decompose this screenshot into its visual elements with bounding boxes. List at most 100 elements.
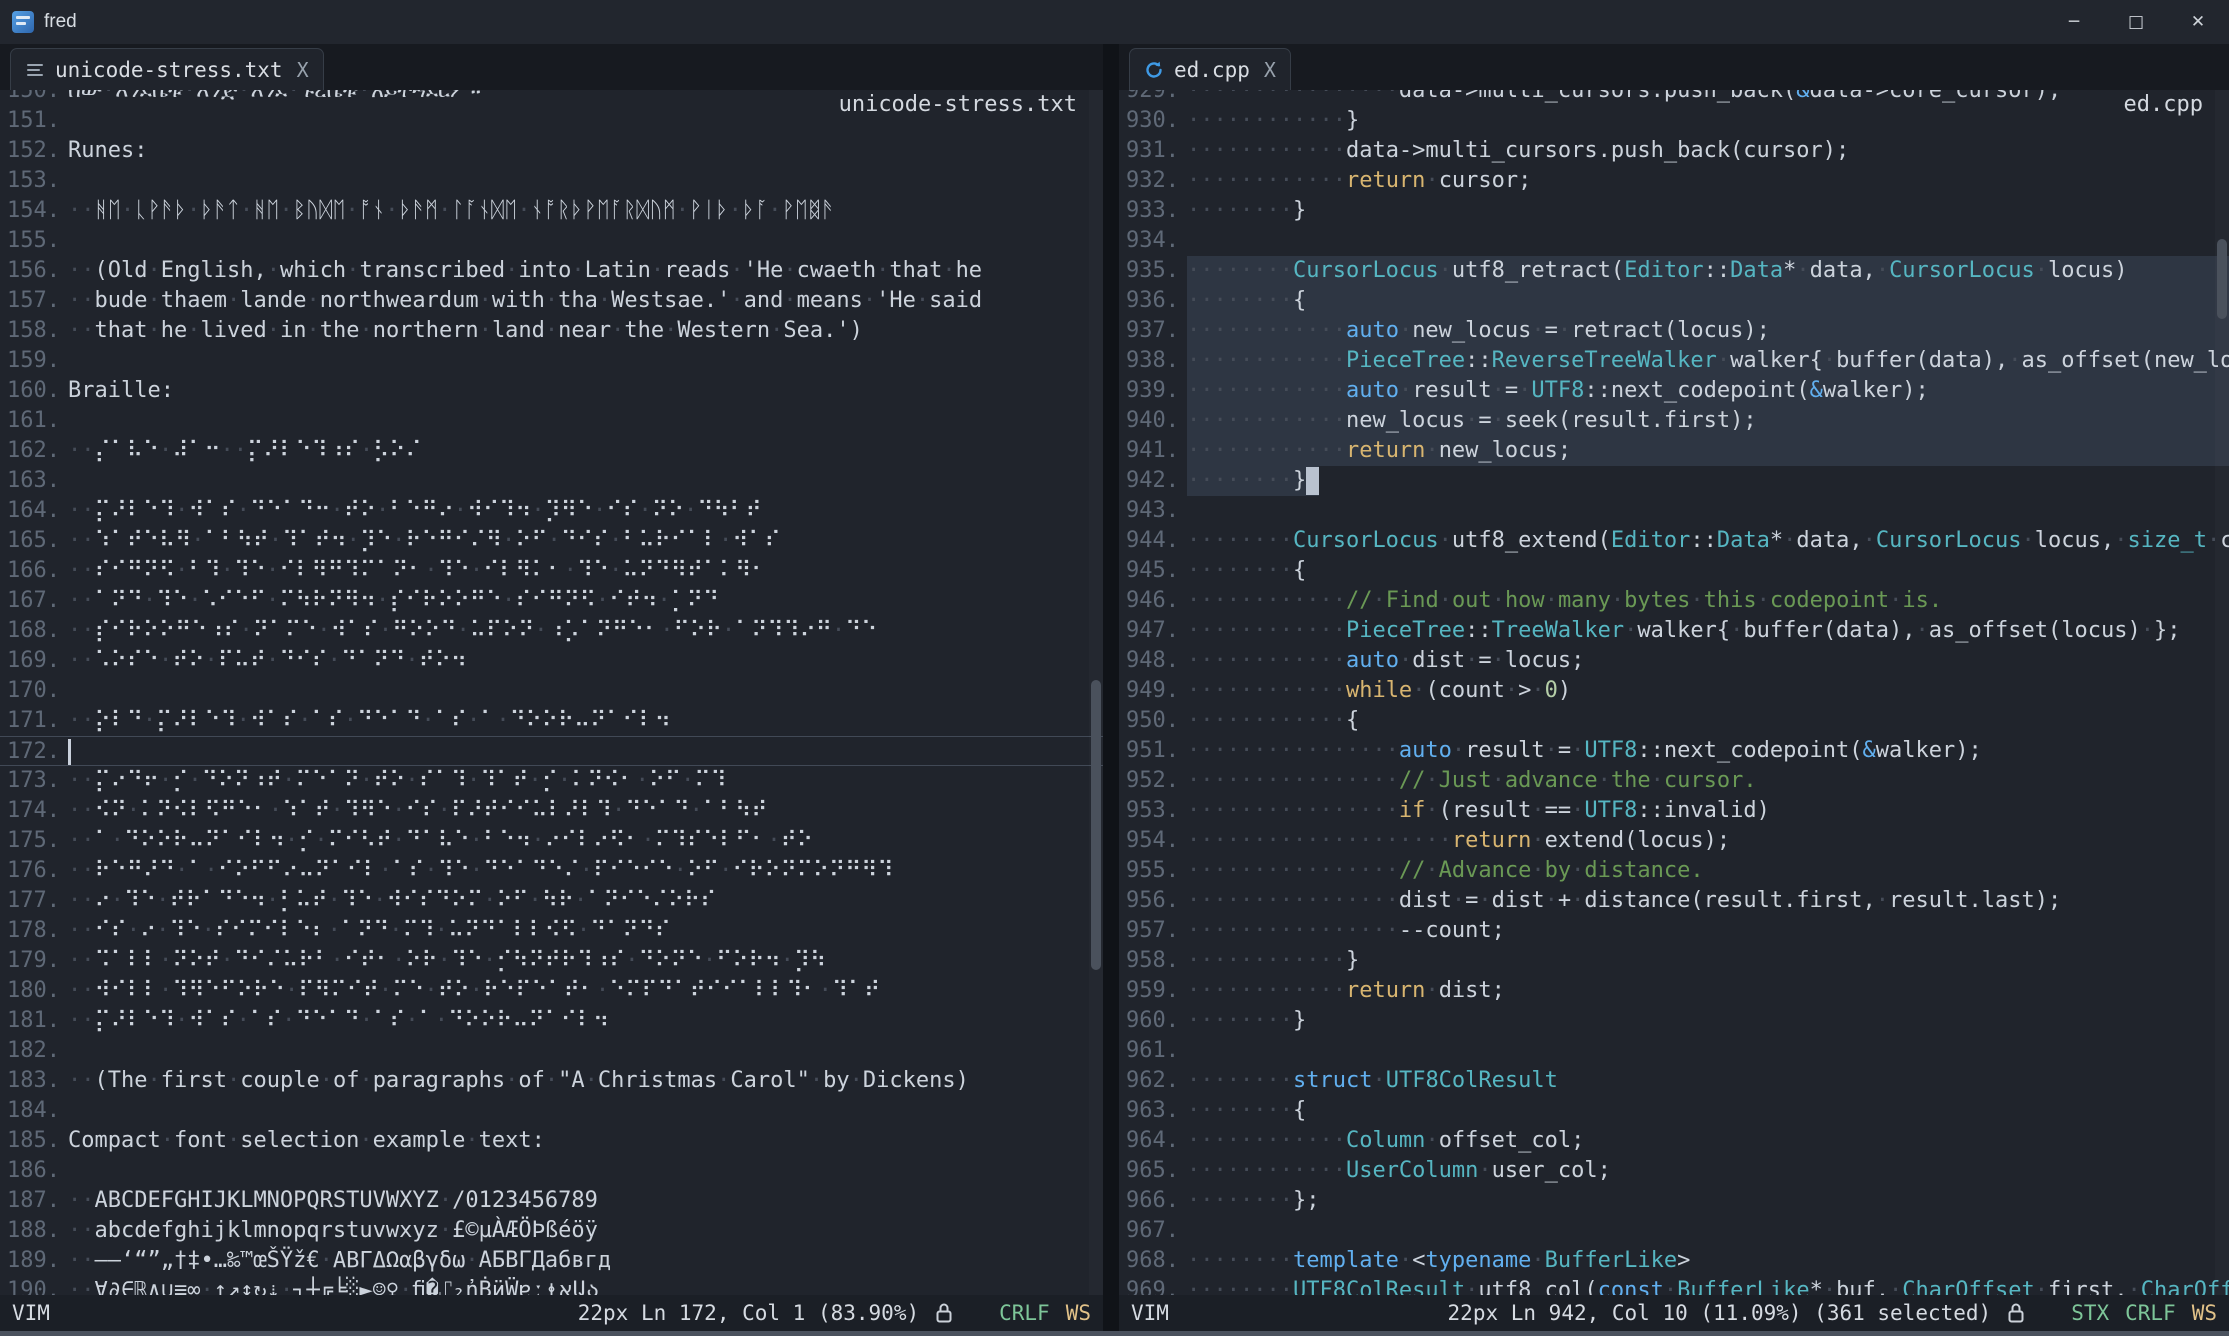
maximize-button[interactable]: □ bbox=[2105, 0, 2167, 44]
code-line[interactable]: 173.··⡍⠔⠙⠖·⡊·⠙⠕⠝⠰⠞·⠍⠑⠁⠝·⠞⠕·⠎⠁⠹·⠹⠁⠞·⡊·⠅⠝⠪… bbox=[0, 766, 1103, 796]
code-line[interactable]: 183.··(The·first·couple·of·paragraphs·of… bbox=[0, 1066, 1103, 1096]
tab-close-icon[interactable]: X bbox=[297, 58, 309, 82]
scrollbar-thumb[interactable] bbox=[2217, 239, 2227, 319]
code-line[interactable]: 177.··⠔·⠹⠑·⠞⠗⠁⠙⠑⠲·⡃⠥⠞·⠹⠑·⠺⠊⠎⠙⠕⠍·⠕⠋·⠳⠗·⠁⠝… bbox=[0, 886, 1103, 916]
code-line[interactable]: 947.············PieceTree::TreeWalker·wa… bbox=[1119, 616, 2229, 646]
code-line[interactable]: 188.··abcdefghijklmnopqrstuvwxyz·£©µÀÆÖÞ… bbox=[0, 1216, 1103, 1246]
code-line[interactable]: 931.············data->multi_cursors.push… bbox=[1119, 136, 2229, 166]
code-line[interactable]: 951.················auto·result·=·UTF8::… bbox=[1119, 736, 2229, 766]
code-line[interactable]: 942.········} bbox=[1119, 466, 2229, 496]
code-line[interactable]: 171.··⡕⠇⠙·⡍⠜⠇⠑⠹·⠺⠁⠎·⠁⠎·⠙⠑⠁⠙·⠁⠎·⠁·⠙⠕⠕⠗⠤⠝⠁… bbox=[0, 706, 1103, 736]
code-line[interactable]: 156.··(Old·English,·which·transcribed·in… bbox=[0, 256, 1103, 286]
code-line[interactable]: 940.············new_locus·=·seek(result.… bbox=[1119, 406, 2229, 436]
code-line[interactable]: 959.············return·dist; bbox=[1119, 976, 2229, 1006]
code-line[interactable]: 179.··⠩⠁⠇⠇·⠝⠕⠞·⠙⠊⠌⠥⠗⠃·⠊⠞⠂·⠕⠗·⠹⠑·⡊⠳⠝⠞⠗⠹⠰⠎… bbox=[0, 946, 1103, 976]
code-line[interactable]: 175.··⠁·⠙⠕⠕⠗⠤⠝⠁⠊⠇⠲·⡊·⠍⠊⠣⠞·⠙⠁⠧⠑·⠃⠑⠲·⠔⠊⠇⠔⠫… bbox=[0, 826, 1103, 856]
code-line[interactable]: 170. bbox=[0, 676, 1103, 706]
code-line[interactable]: 961. bbox=[1119, 1036, 2229, 1066]
code-line[interactable]: 166.··⠎⠊⠛⠝⠫·⠃⠹·⠹⠑·⠊⠇⠻⠛⠹⠍⠁⠝⠂·⠹⠑·⠊⠇⠻⠅⠂·⠹⠑·… bbox=[0, 556, 1103, 586]
code-line[interactable]: 180.··⠺⠊⠇⠇·⠹⠻⠑⠋⠕⠗⠑·⠏⠻⠍⠊⠞·⠍⠑·⠞⠕·⠗⠑⠏⠑⠁⠞⠂·⠑… bbox=[0, 976, 1103, 1006]
code-line[interactable]: 162.··⡌⠁⠧⠑·⠼⠁⠒··⡍⠜⠇⠑⠹⠰⠎·⡣⠕⠌ bbox=[0, 436, 1103, 466]
scrollbar-thumb[interactable] bbox=[1091, 680, 1101, 969]
code-line[interactable]: 152.Runes: bbox=[0, 136, 1103, 166]
code-line[interactable]: 962.········struct·UTF8ColResult bbox=[1119, 1066, 2229, 1096]
code-line[interactable]: 932.············return·cursor; bbox=[1119, 166, 2229, 196]
code-line[interactable]: 167.··⠁⠝⠙·⠹⠑·⠡⠊⠑⠋·⠍⠳⠗⠝⠻⠲·⡎⠊⠗⠕⠕⠛⠑·⠎⠊⠛⠝⠫·⠊… bbox=[0, 586, 1103, 616]
code-line[interactable]: 949.············while·(count·>·0) bbox=[1119, 676, 2229, 706]
scrollbar[interactable] bbox=[2215, 90, 2229, 1295]
code-line[interactable]: 154.··ᚻᛖ·ᚳᚹᚫᚦ·ᚦᚫᛏ·ᚻᛖ·ᛒᚢᛞᛖ·ᚩᚾ·ᚦᚫᛗ·ᛚᚪᚾᛞᛖ·ᚾ… bbox=[0, 196, 1103, 226]
code-line[interactable]: 158.··that·he·lived·in·the·northern·land… bbox=[0, 316, 1103, 346]
code-line[interactable]: 956.················dist·=·dist·+·distan… bbox=[1119, 886, 2229, 916]
code-line[interactable]: 965.············UserColumn·user_col; bbox=[1119, 1156, 2229, 1186]
code-line[interactable]: 930.············} bbox=[1119, 106, 2229, 136]
code-line[interactable]: 963.········{ bbox=[1119, 1096, 2229, 1126]
code-line[interactable]: 159. bbox=[0, 346, 1103, 376]
code-line[interactable]: 955.················//·Advance·by·distan… bbox=[1119, 856, 2229, 886]
code-line[interactable]: 172. bbox=[0, 736, 1103, 766]
code-line[interactable]: 966.········}; bbox=[1119, 1186, 2229, 1216]
tab-unicode-stress-txt[interactable]: unicode-stress.txt X bbox=[10, 48, 324, 90]
tab-close-icon[interactable]: X bbox=[1264, 58, 1276, 82]
code-line[interactable]: 174.··⠪⠝·⠅⠝⠪⠇⠫⠛⠑⠂·⠱⠁⠞·⠹⠻⠑·⠊⠎·⠏⠜⠞⠊⠊⠥⠇⠜⠇⠹·… bbox=[0, 796, 1103, 826]
whitespace-dots: · bbox=[717, 1068, 730, 1093]
code-line[interactable]: 157.··bude·thaem·lande·northweardum·with… bbox=[0, 286, 1103, 316]
code-line[interactable]: 945.········{ bbox=[1119, 556, 2229, 586]
code-line[interactable]: 929.················data->multi_cursors.… bbox=[1119, 90, 2229, 106]
code-line[interactable]: 161. bbox=[0, 406, 1103, 436]
code-line[interactable]: 938.············PieceTree::ReverseTreeWa… bbox=[1119, 346, 2229, 376]
code-line[interactable]: 939.············auto·result·=·UTF8::next… bbox=[1119, 376, 2229, 406]
editor-unicode-stress[interactable]: unicode-stress.txt 150.ሰው·እንደቤቱ·እንጅ·እንደ·… bbox=[0, 90, 1103, 1295]
code-line[interactable]: 182. bbox=[0, 1036, 1103, 1066]
pane-divider[interactable] bbox=[1103, 44, 1119, 1331]
code-line[interactable]: 181.··⡍⠜⠇⠑⠹·⠺⠁⠎·⠁⠎·⠙⠑⠁⠙·⠁⠎·⠁·⠙⠕⠕⠗⠤⠝⠁⠊⠇⠲ bbox=[0, 1006, 1103, 1036]
code-line[interactable]: 189.··–—‘“”„†‡•…‰™œŠŸž€·ΑΒΓΔΩαβγδω·АБВГД… bbox=[0, 1246, 1103, 1276]
code-line[interactable]: 178.··⠊⠎·⠔·⠹⠑·⠎⠊⠍⠊⠇⠑⠆·⠁⠝⠙·⠍⠹·⠥⠝⠙⠁⠇⠇⠪⠫·⠙⠁… bbox=[0, 916, 1103, 946]
code-line[interactable]: 950.············{ bbox=[1119, 706, 2229, 736]
code-line[interactable]: 186. bbox=[0, 1156, 1103, 1186]
code-line[interactable]: 941.············return·new_locus; bbox=[1119, 436, 2229, 466]
tab-ed-cpp[interactable]: ed.cpp X bbox=[1129, 48, 1291, 90]
whitespace-dots: ············ bbox=[1187, 948, 1346, 973]
code-line[interactable]: 155. bbox=[0, 226, 1103, 256]
code-line[interactable]: 958.············} bbox=[1119, 946, 2229, 976]
code-line[interactable]: 176.··⠗⠑⠛⠜⠙·⠁·⠊⠕⠋⠋⠔⠤⠝⠁⠊⠇·⠁⠎·⠹⠑·⠙⠑⠁⠙⠑⠌·⠏⠊… bbox=[0, 856, 1103, 886]
code-line[interactable]: 164.··⡍⠜⠇⠑⠹·⠺⠁⠎·⠙⠑⠁⠙⠒·⠞⠕·⠃⠑⠛⠔·⠺⠊⠹⠲·⡹⠻⠑·⠊… bbox=[0, 496, 1103, 526]
code-line[interactable]: 187.··ABCDEFGHIJKLMNOPQRSTUVWXYZ·/012345… bbox=[0, 1186, 1103, 1216]
code-line[interactable]: 943. bbox=[1119, 496, 2229, 526]
code-line[interactable]: 153. bbox=[0, 166, 1103, 196]
code-line[interactable]: 948.············auto·dist·=·locus; bbox=[1119, 646, 2229, 676]
code-line[interactable]: 952.················//·Just·advance·the·… bbox=[1119, 766, 2229, 796]
code-line[interactable]: 969.········UTF8ColResult·utf8_col(const… bbox=[1119, 1276, 2229, 1295]
code-line[interactable]: 957.················--count; bbox=[1119, 916, 2229, 946]
code-line[interactable]: 936.········{ bbox=[1119, 286, 2229, 316]
token: Editor bbox=[1611, 528, 1690, 553]
line-number: 188. bbox=[0, 1216, 60, 1246]
code-line[interactable]: 168.··⡎⠊⠗⠕⠕⠛⠑⠰⠎·⠝⠁⠍⠑·⠺⠁⠎·⠛⠕⠕⠙·⠥⠏⠕⠝·⠰⡡⠁⠝⠛… bbox=[0, 616, 1103, 646]
code-line[interactable]: 190.··∀∂∈ℝ∧∪≡∞·↑↗↨↻⇣·┐┼╔╘░►☺♀·ﬁ�⑀₂ἠḂӥẄɐː… bbox=[0, 1276, 1103, 1295]
minimize-button[interactable]: ─ bbox=[2043, 0, 2105, 44]
code-line[interactable]: 944.········CursorLocus·utf8_extend(Edit… bbox=[1119, 526, 2229, 556]
scrollbar[interactable] bbox=[1089, 90, 1103, 1295]
code-line[interactable]: 937.············auto·new_locus·=·retract… bbox=[1119, 316, 2229, 346]
code-line[interactable]: 967. bbox=[1119, 1216, 2229, 1246]
code-line[interactable]: 160.Braille: bbox=[0, 376, 1103, 406]
close-button[interactable]: ✕ bbox=[2167, 0, 2229, 44]
code-line[interactable]: 169.··⠡⠕⠎⠑·⠞⠕·⠏⠥⠞·⠙⠊⠎·⠙⠁⠝⠙·⠞⠕⠲ bbox=[0, 646, 1103, 676]
code-line[interactable]: 954.····················return·extend(lo… bbox=[1119, 826, 2229, 856]
code-line[interactable]: 953.················if·(result·==·UTF8::… bbox=[1119, 796, 2229, 826]
code-line[interactable]: 960.········} bbox=[1119, 1006, 2229, 1036]
code-line[interactable]: 184. bbox=[0, 1096, 1103, 1126]
code-line[interactable]: 934. bbox=[1119, 226, 2229, 256]
code-line[interactable]: 163. bbox=[0, 466, 1103, 496]
token: ⠥⠝⠙⠻⠞⠁⠅⠻⠂ bbox=[622, 558, 767, 583]
code-line[interactable]: 964.············Column·offset_col; bbox=[1119, 1126, 2229, 1156]
whitespace-dots: · bbox=[1796, 258, 1809, 283]
code-line[interactable]: 165.··⠱⠁⠞⠑⠧⠻·⠁⠃⠳⠞·⠹⠁⠞⠲·⡹⠑·⠗⠑⠛⠊⠌⠻·⠕⠋·⠙⠊⠎·… bbox=[0, 526, 1103, 556]
editor-ed-cpp[interactable]: ed.cpp 929.················data->multi_c… bbox=[1119, 90, 2229, 1295]
code-line[interactable]: 935.········CursorLocus·utf8_retract(Edi… bbox=[1119, 256, 2229, 286]
code-line[interactable]: 968.········template·<typename·BufferLik… bbox=[1119, 1246, 2229, 1276]
code-line[interactable]: 946.············//·Find·out·how·many·byt… bbox=[1119, 586, 2229, 616]
code-line[interactable]: 185.Compact·font·selection·example·text: bbox=[0, 1126, 1103, 1156]
code-line[interactable]: 933.········} bbox=[1119, 196, 2229, 226]
